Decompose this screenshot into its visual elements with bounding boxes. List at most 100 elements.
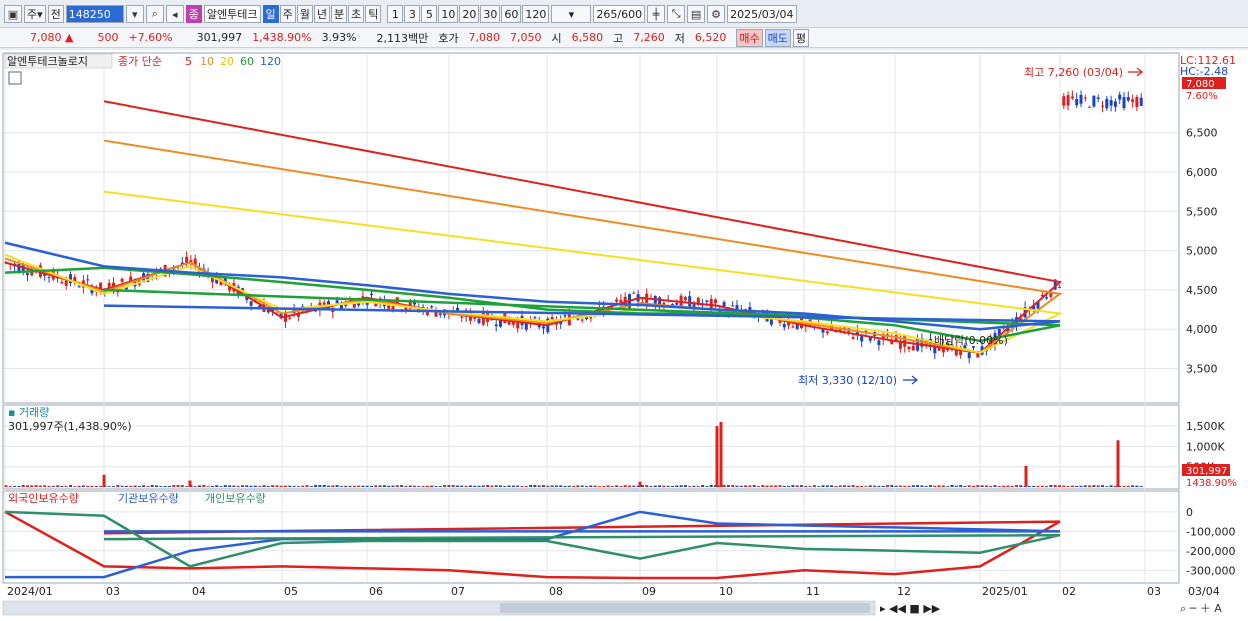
candle-body xyxy=(1075,99,1079,106)
candle-body xyxy=(288,317,292,319)
count-field[interactable]: 265/600 xyxy=(593,5,646,23)
volume-bar xyxy=(249,485,253,487)
candle-body xyxy=(1118,94,1122,100)
holding-tick: 0 xyxy=(1186,506,1193,519)
volume-bar xyxy=(838,485,842,487)
volume-tick: 1,000K xyxy=(1186,440,1225,453)
volume-spike xyxy=(1024,465,1028,487)
volume-bar xyxy=(1032,485,1036,487)
candle-icon[interactable]: ╪ xyxy=(647,5,666,23)
stock-chart[interactable]: 3,5004,0004,5005,0005,5006,0006,500 500K… xyxy=(0,50,1248,621)
search-icon[interactable]: ⌕ xyxy=(145,5,164,23)
stock-code-input[interactable]: 148250 xyxy=(65,5,124,23)
sell-button[interactable]: 매도 xyxy=(764,28,791,47)
volume-bar xyxy=(8,486,12,487)
volume-bar xyxy=(129,485,133,487)
speaker-icon[interactable]: ◂ xyxy=(165,5,184,23)
volume-bar xyxy=(516,485,520,487)
scroll-controls-icon[interactable]: ▸ ◀◀ ■ ▶▶ xyxy=(880,602,941,615)
volume-bar xyxy=(301,485,305,487)
interval-tab[interactable]: 20 xyxy=(459,5,480,23)
volume-bar xyxy=(593,485,597,487)
save-icon[interactable]: ▤ xyxy=(687,5,706,23)
foreign-legend: 외국인보유수량 xyxy=(8,492,79,505)
interval-tab[interactable]: 5 xyxy=(421,5,438,23)
period-tab[interactable]: 년 xyxy=(313,5,331,23)
candle-body xyxy=(632,292,636,294)
period-tab[interactable]: 월 xyxy=(296,5,313,23)
table-icon[interactable] xyxy=(8,71,22,85)
volume-bar xyxy=(322,485,326,487)
volume-bar xyxy=(821,485,825,487)
interval-custom-select[interactable]: ▾ xyxy=(551,5,592,23)
candle-body xyxy=(477,318,481,323)
type-select[interactable]: 주 ▾ xyxy=(24,5,46,23)
volume-bar xyxy=(1062,485,1066,487)
volume-bar xyxy=(748,485,752,487)
volume-bar xyxy=(653,485,657,487)
date-field[interactable]: 2025/03/04 xyxy=(727,5,797,23)
eval-button[interactable]: 평 xyxy=(792,28,810,47)
volume-bar xyxy=(486,484,490,487)
draw-icon[interactable]: ⤡ xyxy=(667,5,686,23)
period-tab[interactable]: 일 xyxy=(262,5,279,23)
volume-bar xyxy=(1036,485,1040,487)
interval-tab[interactable]: 30 xyxy=(480,5,501,23)
period-tab[interactable]: 분 xyxy=(331,5,348,23)
gear-icon[interactable]: ⚙ xyxy=(707,5,726,23)
volume-bar xyxy=(1135,485,1139,487)
volume-bar xyxy=(585,486,588,487)
interval-tab[interactable]: 120 xyxy=(522,5,550,23)
period-tab[interactable]: 초 xyxy=(348,5,365,23)
volume-bar xyxy=(382,485,386,487)
interval-tab[interactable]: 60 xyxy=(501,5,522,23)
buy-button[interactable]: 매수 xyxy=(736,28,763,47)
candle-body xyxy=(1066,95,1070,106)
volume-bar xyxy=(941,485,945,487)
period-tab[interactable]: 틱 xyxy=(365,5,382,23)
volume-bar xyxy=(447,485,451,487)
candle-body xyxy=(1101,105,1104,107)
volume-bar xyxy=(391,485,395,487)
volume-spike xyxy=(102,474,106,487)
period-tab[interactable]: 주 xyxy=(279,5,296,23)
high-label: 고 xyxy=(613,31,624,45)
volume-bar xyxy=(916,485,920,487)
interval-tab[interactable]: 10 xyxy=(438,5,459,23)
volume-bar xyxy=(223,485,227,487)
candle-body xyxy=(1135,96,1139,108)
last-pct-text: 7.60% xyxy=(1186,91,1218,102)
volume-bar xyxy=(365,485,369,487)
volume-bar xyxy=(331,485,335,487)
window-icon[interactable]: ▣ xyxy=(4,5,22,23)
candle-body xyxy=(675,302,679,305)
volume-bar xyxy=(886,485,889,487)
interval-tab[interactable]: 1 xyxy=(387,5,404,23)
volume-bar xyxy=(69,485,72,487)
volume-bar xyxy=(679,485,683,487)
volume-bar xyxy=(572,486,576,487)
volume-bar xyxy=(576,485,580,487)
zoom-controls-icon[interactable]: ⌕ ─ ＋ A xyxy=(1180,602,1222,615)
volume-bar xyxy=(1101,485,1104,487)
prev-button[interactable]: 전 xyxy=(47,5,64,23)
volume-bar xyxy=(701,485,705,487)
volume-bar xyxy=(17,486,21,487)
holding-tick: -200,000 xyxy=(1186,545,1235,558)
volume-bar xyxy=(847,485,851,487)
volume-bar xyxy=(408,485,412,487)
dropdown-icon[interactable]: ▾ xyxy=(125,5,144,23)
candle-body xyxy=(1105,98,1109,109)
hoga-label: 호가 xyxy=(438,31,459,45)
volume-bar xyxy=(808,486,812,487)
scrollbar-thumb[interactable] xyxy=(500,603,870,613)
volume-bar xyxy=(830,485,834,487)
candle-body xyxy=(60,282,64,284)
volume-bar xyxy=(43,485,47,487)
volume-bar xyxy=(1079,485,1083,487)
volume-bar xyxy=(305,485,309,487)
x-tick: 02 xyxy=(1062,585,1076,598)
interval-tab[interactable]: 3 xyxy=(404,5,421,23)
volume-bar xyxy=(769,485,773,487)
volume-bar xyxy=(1088,485,1092,487)
